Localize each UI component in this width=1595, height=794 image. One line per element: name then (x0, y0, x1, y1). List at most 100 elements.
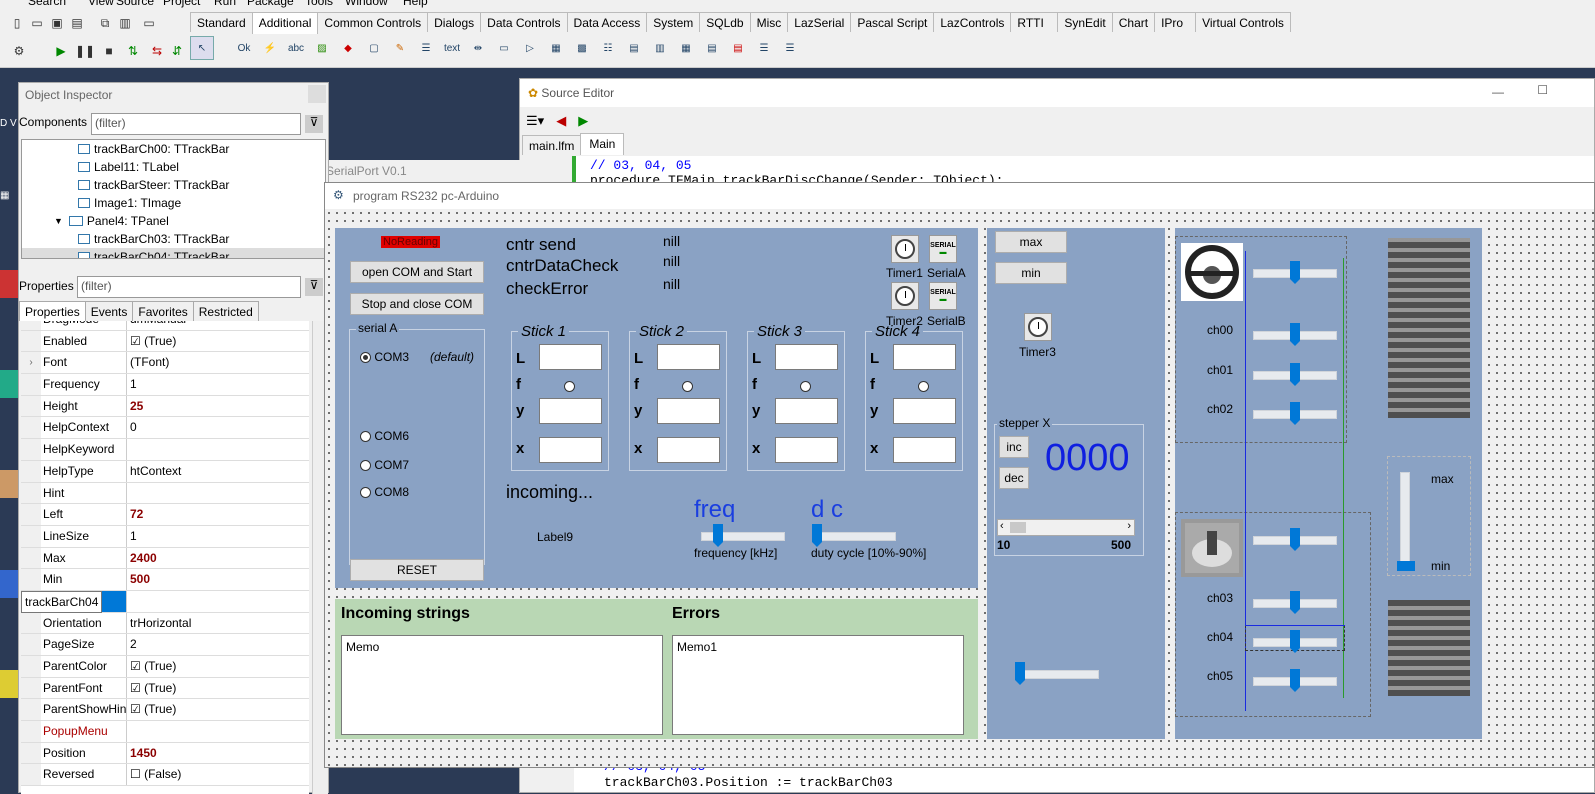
step-into-icon[interactable]: ⇅ (124, 42, 142, 60)
run-icon[interactable]: ▶ (52, 42, 70, 60)
stick-3-f-radio[interactable] (800, 381, 811, 393)
com6-radio[interactable]: COM6 (360, 429, 409, 443)
paintbox-icon[interactable]: ✎ (388, 36, 412, 60)
property-row[interactable]: ParentShowHint ☑ (True) (21, 699, 309, 722)
statictext-icon[interactable]: abc (284, 36, 308, 60)
stick-4-y-edit[interactable] (893, 398, 956, 424)
toggle-form-icon[interactable]: ⧉ (96, 14, 114, 32)
menu-search[interactable]: Search (28, 0, 66, 8)
timer2-component[interactable] (891, 282, 919, 310)
palette-tab-dialogs[interactable]: Dialogs (427, 12, 482, 32)
view-units-icon[interactable]: ▥ (116, 14, 134, 32)
trackbar-thumb[interactable] (1290, 528, 1300, 551)
palette-tab-standard[interactable]: Standard (190, 12, 253, 32)
radio-icon[interactable] (360, 460, 371, 472)
tree-item[interactable]: trackBarSteer: TTrackBar (22, 176, 325, 194)
save-icon[interactable]: ▣ (48, 14, 66, 32)
trackbar-disc[interactable] (1253, 528, 1337, 551)
property-value[interactable]: ☐ (False) (127, 764, 309, 785)
palette-tab-additional[interactable]: Additional (251, 12, 319, 34)
com3-radio[interactable]: COM3 (360, 350, 409, 364)
stick-1-y-edit[interactable] (539, 398, 602, 424)
property-value[interactable]: 1 (127, 526, 309, 547)
property-row[interactable]: ParentFont ☑ (True) (21, 677, 309, 700)
chassis-bottom-image[interactable] (1388, 600, 1470, 696)
shape-icon[interactable]: ◆ (336, 36, 360, 60)
maximize-icon[interactable]: ☐ (1537, 83, 1548, 97)
incoming-memo[interactable]: Memo (341, 635, 663, 735)
property-row[interactable]: Hint (21, 482, 309, 505)
property-value[interactable]: 25 (127, 396, 309, 417)
components-filter-input[interactable]: (filter) (91, 113, 301, 135)
labelededit-icon[interactable]: text (440, 36, 464, 60)
property-row[interactable]: DragModedmManual (21, 321, 309, 331)
property-row[interactable]: HelpKeyword (21, 439, 309, 461)
property-value[interactable]: (TFont) (127, 352, 309, 373)
errors-memo[interactable]: Memo1 (672, 635, 964, 735)
back-arrow-icon[interactable]: ◀ (556, 113, 566, 129)
maskedit-icon[interactable]: ▭ (492, 36, 516, 60)
property-row-selected[interactable]: ➔NametrackBarCh04 (21, 590, 309, 613)
stick-2-y-edit[interactable] (657, 398, 720, 424)
freq-trackbar[interactable] (701, 524, 785, 547)
seat-image[interactable] (1181, 519, 1243, 577)
chevron-down-icon[interactable]: ▼ (54, 216, 63, 226)
property-value[interactable]: 72 (127, 504, 309, 525)
stick-4-l-edit[interactable] (893, 344, 956, 370)
timer1-component[interactable] (891, 235, 919, 263)
property-value[interactable]: 500 (127, 569, 309, 590)
property-row[interactable]: PopupMenu (21, 721, 309, 743)
trackbar-ch03[interactable] (1253, 591, 1337, 614)
view-forms-icon[interactable]: ▭ (140, 14, 158, 32)
trackbar-ch01[interactable] (1253, 363, 1337, 386)
filter-icon[interactable]: ⊽ (305, 278, 323, 296)
property-value[interactable]: 2 (127, 634, 309, 655)
trackbar-thumb[interactable] (1290, 363, 1300, 386)
stick-1-l-edit[interactable] (539, 344, 602, 370)
property-row[interactable]: LineSize 1 (21, 525, 309, 548)
radio-icon[interactable] (360, 431, 371, 443)
step-over-icon[interactable]: ⇆ (148, 42, 166, 60)
inc-button[interactable]: inc (999, 436, 1029, 458)
bevel-icon[interactable]: ▢ (362, 36, 386, 60)
stick-1-x-edit[interactable] (539, 437, 602, 463)
palette-tab-misc[interactable]: Misc (749, 12, 789, 32)
stick-2-f-radio[interactable] (682, 381, 693, 393)
open-file-icon[interactable]: ▭ (28, 14, 46, 32)
serial-b-component[interactable]: SERIAL ▬ (929, 282, 957, 310)
property-row[interactable]: Orientation trHorizontal (21, 612, 309, 635)
properties-filter-input[interactable]: (filter) (77, 276, 301, 298)
dc-trackbar[interactable] (812, 524, 896, 547)
editor-menu-icon[interactable]: ☰▾ (526, 113, 544, 129)
stick-1-f-radio[interactable] (564, 381, 575, 393)
tab-events[interactable]: Events (84, 301, 134, 321)
tree-item[interactable]: Image1: TImage (22, 194, 325, 212)
speedbutton-icon[interactable]: ⚡ (258, 36, 282, 60)
stick-3-y-edit[interactable] (775, 398, 838, 424)
menu-source[interactable]: Source (116, 0, 154, 8)
property-value[interactable]: htContext (127, 461, 309, 482)
tab-restricted[interactable]: Restricted (192, 301, 259, 321)
dec-button[interactable]: dec (999, 467, 1029, 489)
property-row[interactable]: Min 500 (21, 569, 309, 591)
max-button[interactable]: max (995, 231, 1067, 253)
property-row[interactable]: Reversed ☐ (False) (21, 764, 309, 787)
property-row[interactable]: Enabled ☑ (True) (21, 330, 309, 353)
stop-icon[interactable]: ■ (100, 42, 118, 60)
property-row[interactable]: › Font (TFont) (21, 352, 309, 375)
property-value[interactable]: 1 (127, 374, 309, 395)
bitbtn-icon[interactable]: Ok (232, 36, 256, 60)
build-icon[interactable]: ⚙ (10, 42, 28, 60)
serial-a-component[interactable]: SERIAL ▬ (929, 235, 957, 263)
stringgrid-icon[interactable]: ▦ (544, 36, 568, 60)
palette-tab-data-controls[interactable]: Data Controls (480, 12, 568, 32)
palette-tab-ipro[interactable]: IPro (1154, 12, 1197, 32)
com7-radio[interactable]: COM7 (360, 458, 409, 472)
property-value[interactable]: dmManual (127, 321, 309, 330)
scroll-thumb[interactable] (1010, 522, 1026, 533)
menu-project[interactable]: Project (163, 0, 200, 8)
colorlistbox-icon[interactable]: ▤ (700, 36, 724, 60)
listbox-icon[interactable]: ☰ (752, 36, 776, 60)
stick-3-x-edit[interactable] (775, 437, 838, 463)
stick-2-x-edit[interactable] (657, 437, 720, 463)
